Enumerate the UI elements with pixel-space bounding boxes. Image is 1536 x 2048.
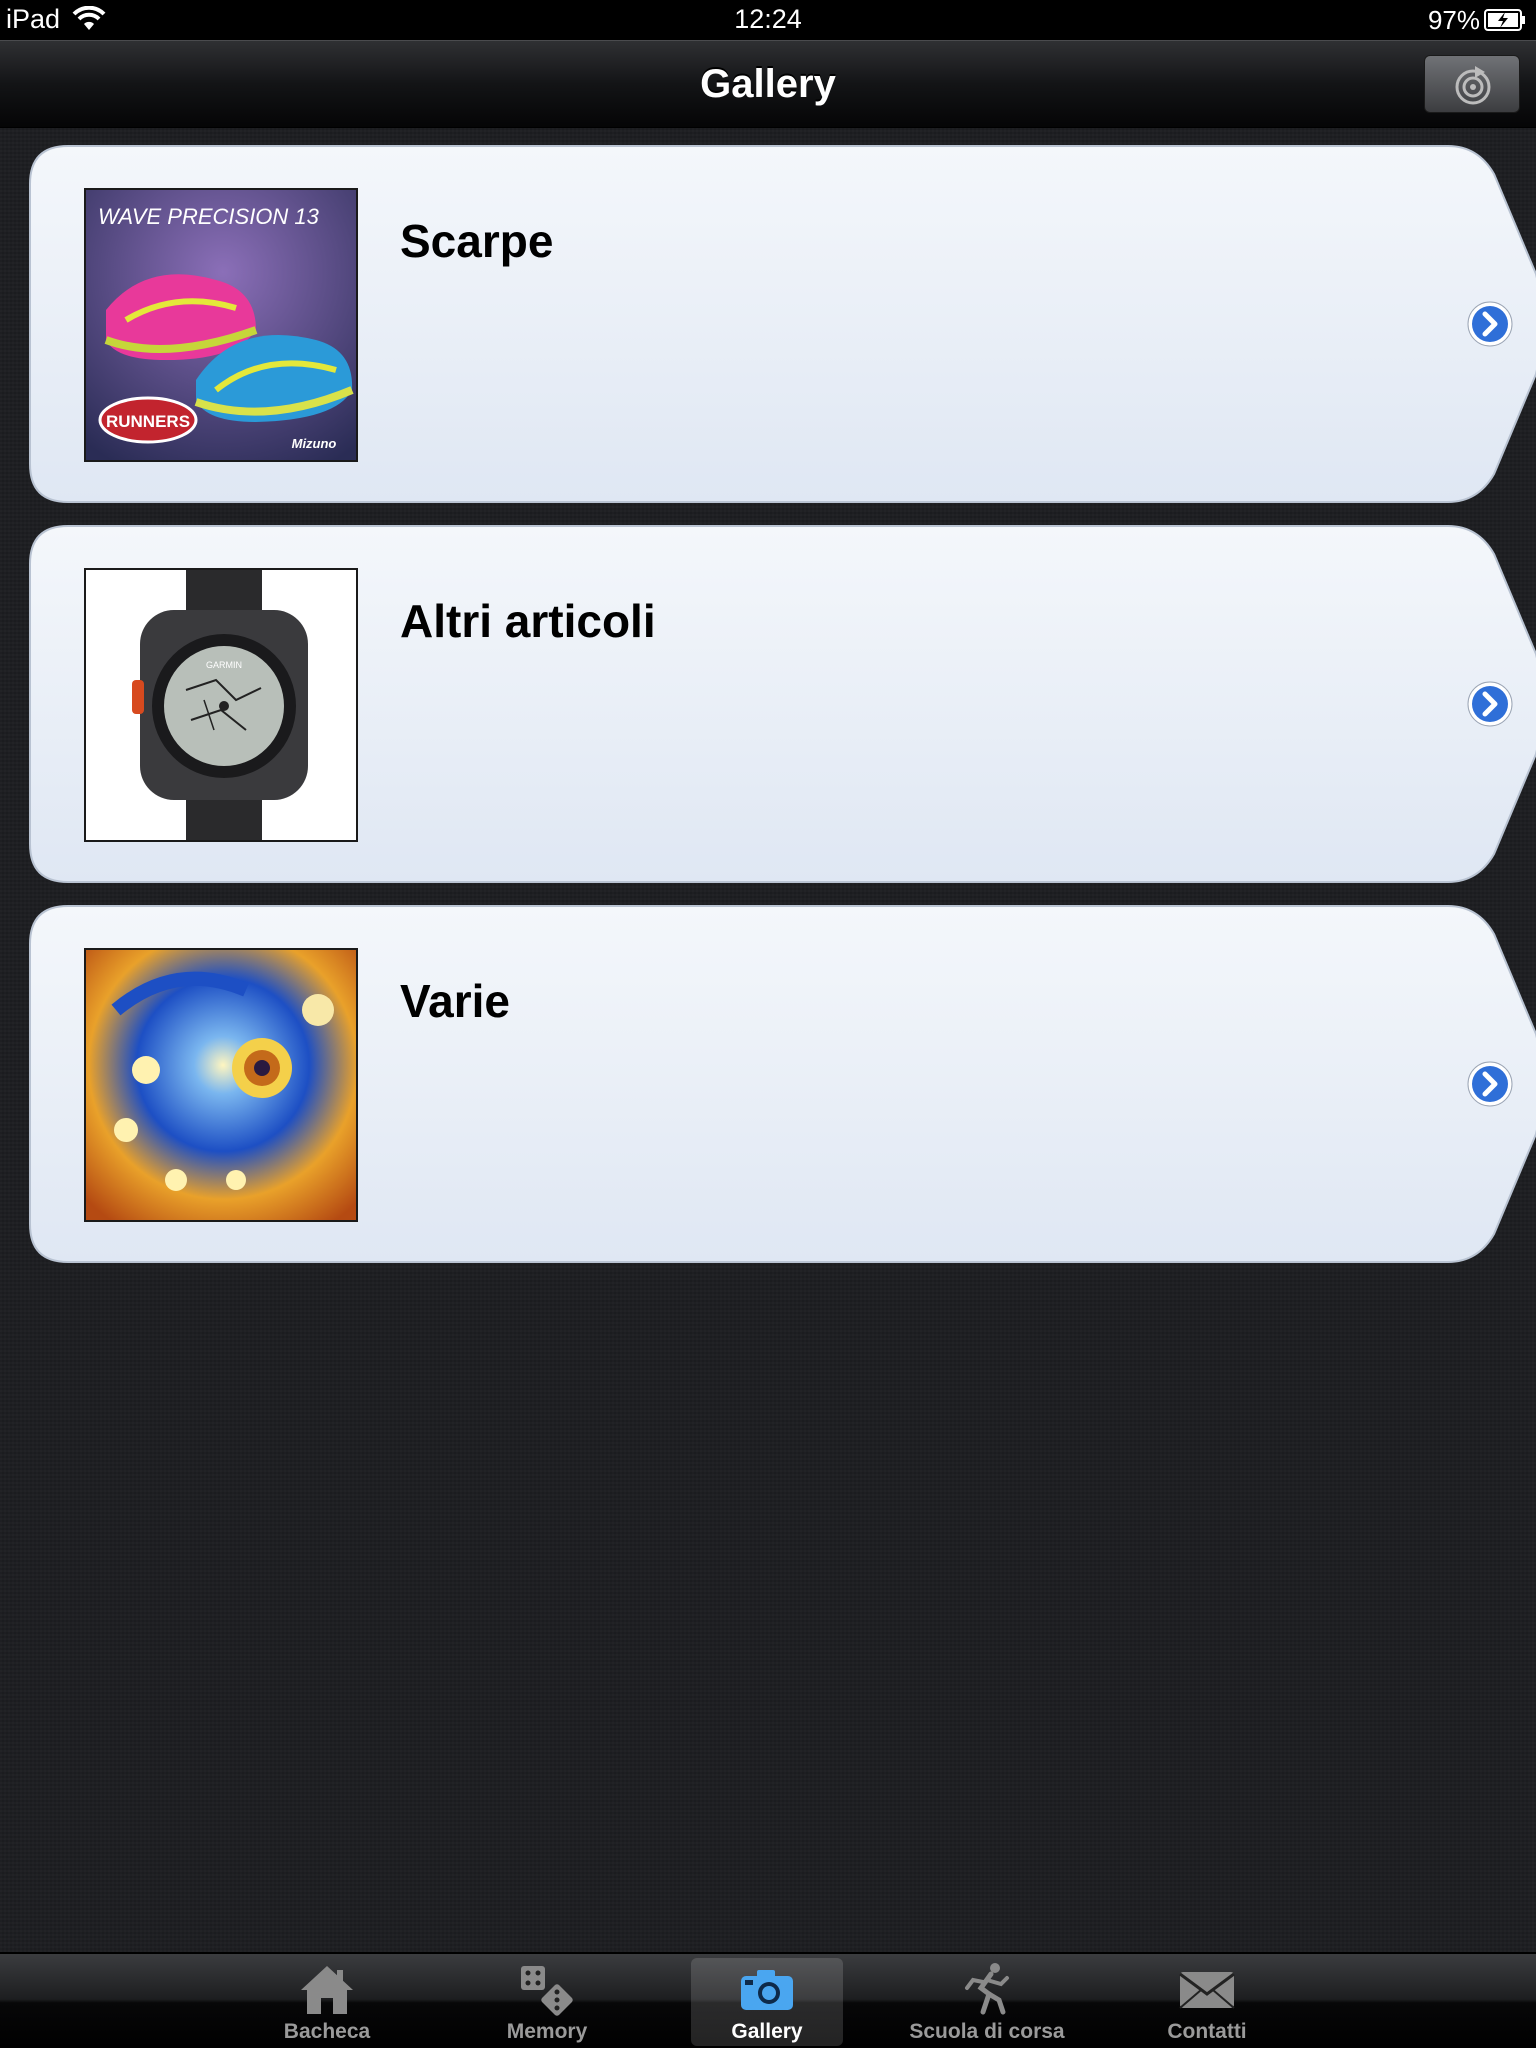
- battery-percentage: 97%: [1427, 5, 1480, 35]
- thumb-caption: GARMIN: [206, 660, 242, 670]
- shoes-thumbnail: WAVE PRECISION 13 RUNNERS Mizuno: [84, 188, 358, 462]
- gallery-item-title: Scarpe: [400, 215, 554, 267]
- tab-bacheca[interactable]: Bacheca: [251, 1958, 403, 2046]
- watch-thumbnail: GARMIN: [84, 568, 358, 842]
- tab-label: Bacheca: [283, 2020, 371, 2043]
- tab-gallery[interactable]: Gallery: [691, 1958, 843, 2046]
- tab-label: Memory: [506, 2020, 588, 2043]
- tab-label: Scuola di corsa: [909, 2020, 1065, 2043]
- dice-icon: [521, 1966, 573, 2016]
- thumb-brand: Mizuno: [292, 436, 337, 451]
- home-icon: [301, 1966, 353, 2014]
- chevron-right-icon[interactable]: [1466, 680, 1514, 728]
- chevron-right-icon[interactable]: [1466, 300, 1514, 348]
- tab-label: Contatti: [1167, 2020, 1247, 2043]
- envelope-icon: [1179, 1972, 1235, 2009]
- fractal-thumbnail: [84, 948, 358, 1222]
- gallery-item-scarpe[interactable]: WAVE PRECISION 13 RUNNERS Mizuno Scarpe: [28, 144, 1536, 504]
- thumb-caption: WAVE PRECISION 13: [98, 204, 320, 229]
- clock: 12:24: [734, 4, 802, 34]
- runner-icon: [965, 1963, 1009, 2015]
- gallery-item-title: Varie: [400, 975, 510, 1027]
- refresh-button[interactable]: [1424, 55, 1520, 113]
- gallery-item-title: Altri articoli: [400, 595, 656, 647]
- tab-scuola-di-corsa[interactable]: Scuola di corsa: [909, 1958, 1065, 2046]
- tab-label: Gallery: [731, 2020, 803, 2043]
- gallery-item-altri-articoli[interactable]: GARMIN Altri articoli: [28, 524, 1536, 884]
- page-title: Gallery: [700, 62, 836, 106]
- thumb-badge: RUNNERS: [106, 412, 190, 431]
- gallery-item-varie[interactable]: Varie: [28, 904, 1536, 1264]
- battery-icon: [1484, 9, 1526, 36]
- navigation-bar: Gallery: [0, 40, 1536, 128]
- refresh-icon: [1455, 66, 1491, 105]
- camera-icon: [741, 1970, 793, 2010]
- tab-contatti[interactable]: Contatti: [1131, 1958, 1283, 2046]
- status-bar: iPad 12:24 97%: [0, 0, 1536, 40]
- tab-bar: Bacheca Memory Gallery Scuola di corsa C…: [0, 1952, 1536, 2048]
- chevron-right-icon[interactable]: [1466, 1060, 1514, 1108]
- tab-memory[interactable]: Memory: [471, 1958, 623, 2046]
